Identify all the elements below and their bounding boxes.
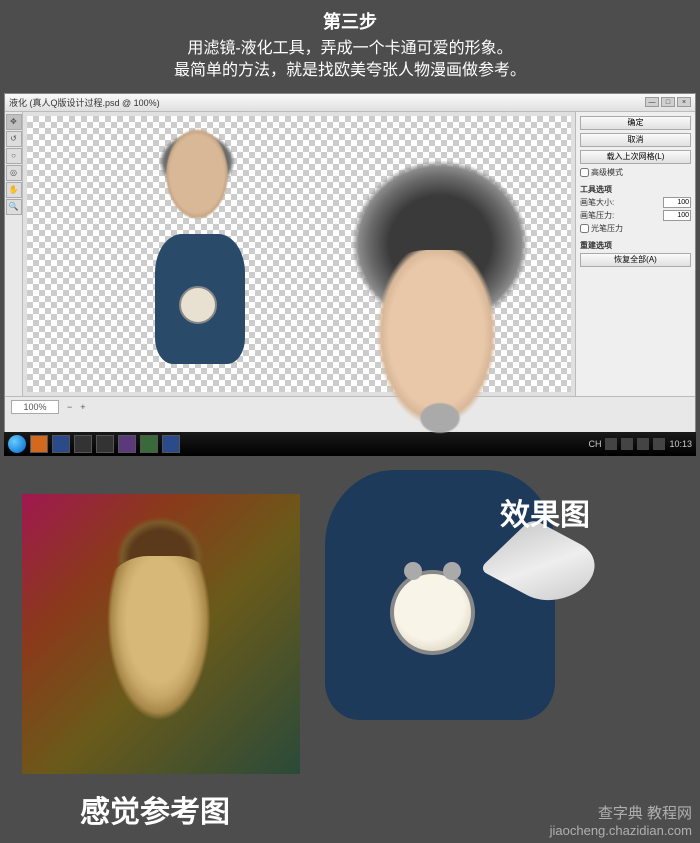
editing-subject <box>127 126 267 386</box>
reference-image <box>22 494 300 774</box>
zoom-tool[interactable]: 🔍 <box>6 199 22 215</box>
watermark: 查字典 教程网 jiaocheng.chazidian.com <box>550 805 692 839</box>
task-app-5[interactable] <box>118 435 136 453</box>
step-desc-1: 用滤镜-液化工具，弄成一个卡通可爱的形象。 <box>0 38 700 60</box>
clock-icon <box>390 570 475 655</box>
step-title: 第三步 <box>0 8 700 34</box>
minimize-button[interactable]: — <box>645 97 659 107</box>
brush-size-input[interactable] <box>663 197 691 208</box>
clock[interactable]: 10:13 <box>669 439 692 449</box>
cancel-button[interactable]: 取消 <box>580 133 691 147</box>
watermark-line2: jiaocheng.chazidian.com <box>550 823 692 839</box>
zoom-display[interactable]: 100% <box>11 400 59 414</box>
result-label: 效果图 <box>500 490 590 534</box>
start-button[interactable] <box>8 435 26 453</box>
titlebar[interactable]: 液化 (真人Q版设计过程.psd @ 100%) — □ × <box>5 94 695 112</box>
reconstruct-options-title: 重建选项 <box>580 240 691 251</box>
step-desc-2: 最简单的方法，就是找欧美夸张人物漫画做参考。 <box>0 60 700 82</box>
tray-icon-2[interactable] <box>621 438 633 450</box>
zoom-in-icon[interactable]: + <box>80 402 85 412</box>
maximize-button[interactable]: □ <box>661 97 675 107</box>
advanced-mode-label: 高级模式 <box>591 167 691 178</box>
zoom-out-icon[interactable]: − <box>67 402 72 412</box>
window-title: 液化 (真人Q版设计过程.psd @ 100%) <box>9 96 645 109</box>
brush-pressure-input[interactable] <box>663 210 691 221</box>
task-app-6[interactable] <box>140 435 158 453</box>
restore-all-button[interactable]: 恢复全部(A) <box>580 253 691 267</box>
options-panel: 确定 取消 载入上次网格(L) 高级模式 工具选项 画笔大小: 画笔压力: 光笔… <box>575 112 695 396</box>
tool-options-title: 工具选项 <box>580 184 691 195</box>
stylus-pressure-checkbox[interactable] <box>580 224 589 233</box>
brush-pressure-label: 画笔压力: <box>580 210 661 221</box>
bloat-tool[interactable]: ◎ <box>6 165 22 181</box>
reference-label: 感觉参考图 <box>80 787 230 831</box>
task-app-7[interactable] <box>162 435 180 453</box>
language-indicator[interactable]: CH <box>588 439 601 449</box>
tray-network-icon[interactable] <box>653 438 665 450</box>
reconstruct-tool[interactable]: ↺ <box>6 131 22 147</box>
result-figure <box>290 130 570 730</box>
hand-tool[interactable]: ✋ <box>6 182 22 198</box>
advanced-mode-checkbox[interactable] <box>580 168 589 177</box>
task-app-1[interactable] <box>30 435 48 453</box>
ok-button[interactable]: 确定 <box>580 116 691 130</box>
load-mesh-button[interactable]: 载入上次网格(L) <box>580 150 691 164</box>
tool-palette: ✥ ↺ ○ ◎ ✋ 🔍 <box>5 112 23 396</box>
brush-size-label: 画笔大小: <box>580 197 661 208</box>
tray-volume-icon[interactable] <box>637 438 649 450</box>
close-button[interactable]: × <box>677 97 691 107</box>
task-app-4[interactable] <box>96 435 114 453</box>
watermark-line1: 查字典 教程网 <box>550 805 692 823</box>
pucker-tool[interactable]: ○ <box>6 148 22 164</box>
task-app-2[interactable] <box>52 435 70 453</box>
tray-icon-1[interactable] <box>605 438 617 450</box>
task-app-3[interactable] <box>74 435 92 453</box>
forward-warp-tool[interactable]: ✥ <box>6 114 22 130</box>
stylus-pressure-label: 光笔压力 <box>591 223 691 234</box>
